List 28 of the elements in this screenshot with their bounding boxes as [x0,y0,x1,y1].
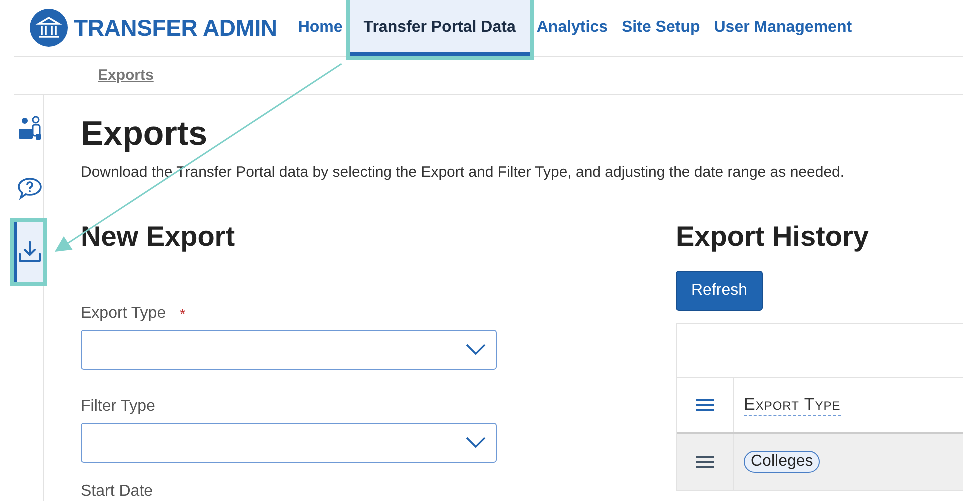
nav-tab[interactable]: Site Setup [615,0,708,56]
page-description: Download the Transfer Portal data by selecting the Export and Filter Type, and adjusting the date range as needed. [81,164,846,181]
building-logo-icon [30,9,68,47]
nav-tab[interactable]: Analytics [530,0,615,56]
menu-icon [695,398,715,412]
breadcrumb-link[interactable]: Exports [98,67,154,84]
dropdown-field[interactable] [81,330,497,370]
refresh-button[interactable]: Refresh [676,271,763,311]
field-label: Start Date [81,483,154,501]
menu-icon [695,455,715,469]
field-label: Export Type [81,305,166,323]
chevron-down-icon [466,437,486,449]
required-mark: * [180,306,186,322]
brand-title: TRANSFER ADMIN [74,14,278,42]
type-tag: Colleges [744,451,820,473]
people-icon [17,115,43,141]
section-title: New Export [81,221,236,253]
help-speech-bubble-icon [17,175,43,201]
field-label: Filter Type [81,398,156,416]
page-title: Exports [81,115,209,154]
section-title: Export History [676,221,870,253]
download-icon [17,239,43,265]
dropdown-field[interactable] [81,423,497,463]
nav-tab[interactable]: Transfer Portal Data [350,0,530,56]
nav-tab[interactable]: User Management [707,0,860,56]
nav-tab[interactable]: Home [291,0,350,56]
chevron-down-icon [466,344,486,356]
column-header[interactable]: Export Type [744,394,841,416]
